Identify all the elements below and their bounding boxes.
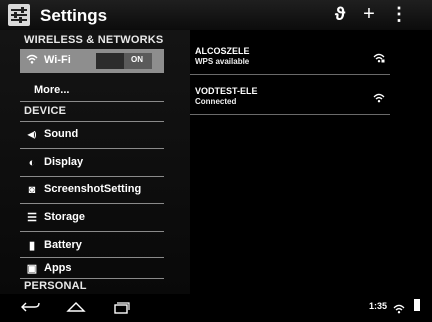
home-icon[interactable] (63, 297, 89, 317)
battery-status-icon (414, 299, 420, 311)
settings-sliders-icon[interactable] (8, 4, 30, 26)
overflow-menu-icon[interactable]: ⋮ (389, 3, 409, 25)
sidebar-item-more[interactable]: More... (20, 79, 164, 103)
wifi-icon (25, 54, 39, 68)
sidebar-item-label: Battery (44, 239, 82, 251)
category-wireless-networks: WIRELESS & NETWORKS (24, 34, 164, 46)
wifi-toggle-switch[interactable]: ON (96, 53, 152, 69)
divider (20, 148, 164, 149)
divider (20, 203, 164, 204)
network-status: WPS available (195, 57, 250, 66)
sidebar-item-sound[interactable]: ◀) Sound (20, 123, 164, 147)
sidebar-item-screenshotsetting[interactable]: ◙ ScreenshotSetting (20, 178, 164, 202)
sidebar-item-battery[interactable]: ▮ Battery (20, 234, 164, 258)
divider (190, 114, 390, 115)
network-name: VODTEST-ELE (195, 86, 258, 96)
wifi-signal-locked-icon (373, 50, 385, 68)
toggle-off-segment (96, 53, 124, 69)
divider (20, 121, 164, 122)
category-device: DEVICE (24, 105, 67, 117)
wifi-status-icon (393, 301, 405, 319)
divider (20, 101, 164, 102)
divider (20, 176, 164, 177)
system-navigation-bar: 1:35 (0, 294, 432, 319)
sidebar-item-label: Display (44, 156, 84, 168)
battery-icon: ▮ (28, 240, 36, 252)
status-clock: 1:35 (369, 301, 388, 311)
speaker-icon: ◀) (27, 130, 37, 139)
sidebar-item-label: Sound (44, 128, 79, 140)
apps-icon: ▣ (26, 263, 38, 275)
camera-icon: ◙ (28, 184, 36, 196)
divider (20, 231, 164, 232)
sidebar-item-storage[interactable]: ☰ Storage (20, 206, 164, 230)
action-bar: Settings ϑ + ⋮ (0, 0, 432, 30)
divider (190, 74, 390, 75)
wifi-signal-icon (373, 90, 385, 108)
sync-icon[interactable]: ϑ (330, 3, 350, 25)
storage-icon: ☰ (27, 212, 37, 224)
network-status: Connected (195, 97, 237, 106)
page-title: Settings (40, 6, 108, 25)
recent-apps-icon[interactable] (108, 297, 134, 317)
sidebar-item-label: Storage (44, 211, 85, 223)
network-name: ALCOSZELE (195, 46, 250, 56)
sidebar-item-label: Apps (44, 262, 72, 274)
sidebar-item-label: Wi-Fi (44, 54, 71, 66)
sidebar-item-display[interactable]: ◐ Display (20, 151, 164, 175)
add-icon[interactable]: + (359, 3, 379, 25)
sidebar-item-wifi[interactable]: Wi-Fi ON (20, 49, 164, 73)
settings-sidebar: WIRELESS & NETWORKS Wi-Fi ON More... DEV… (0, 30, 190, 294)
sidebar-item-label: More... (34, 84, 70, 96)
wifi-network-list: ALCOSZELE WPS available VODTEST-ELE Conn… (190, 30, 432, 294)
toggle-state-label: ON (131, 55, 143, 64)
display-brightness-icon: ◐ (28, 157, 36, 169)
back-icon[interactable] (18, 297, 44, 317)
category-personal: PERSONAL (24, 280, 87, 292)
divider (20, 278, 164, 279)
sidebar-item-label: ScreenshotSetting (44, 183, 142, 195)
